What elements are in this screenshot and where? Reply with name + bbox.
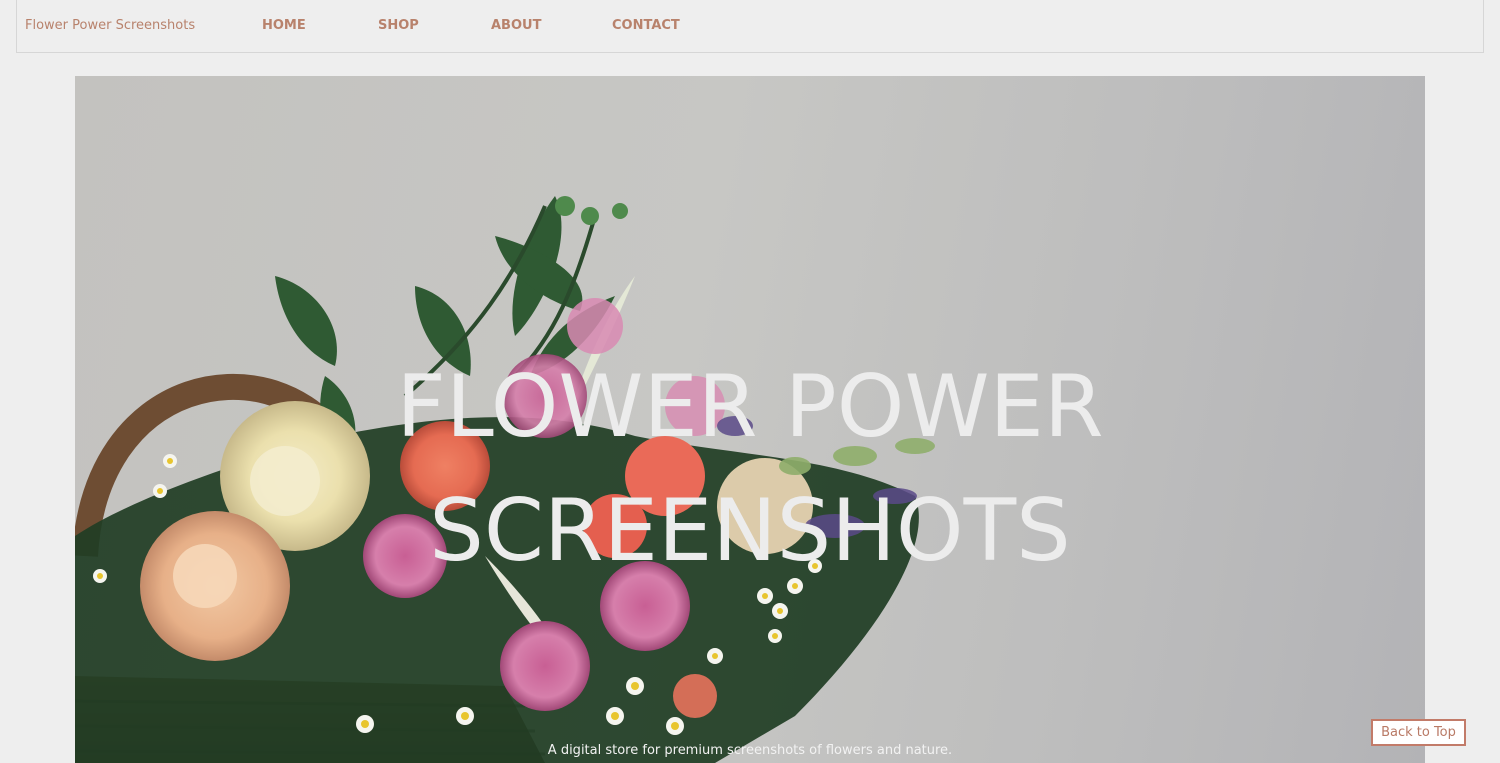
nav-about-link[interactable]: ABOUT (491, 18, 541, 33)
nav-contact-link[interactable]: CONTACT (612, 18, 680, 33)
brand-link[interactable]: Flower Power Screenshots (25, 18, 195, 33)
hero-title-line-1: FLOWER POWER (396, 357, 1104, 457)
top-navbar: Flower Power Screenshots HOME SHOP ABOUT… (16, 0, 1484, 53)
nav-home-link[interactable]: HOME (262, 18, 306, 33)
nav-shop-link[interactable]: SHOP (378, 18, 419, 33)
hero-title-line-2: SCREENSHOTS (429, 481, 1071, 581)
hero-banner: FLOWER POWER SCREENSHOTS A digital store… (75, 76, 1425, 763)
back-to-top-button[interactable]: Back to Top (1371, 719, 1466, 746)
hero-subtitle: A digital store for premium screenshots … (547, 743, 953, 758)
